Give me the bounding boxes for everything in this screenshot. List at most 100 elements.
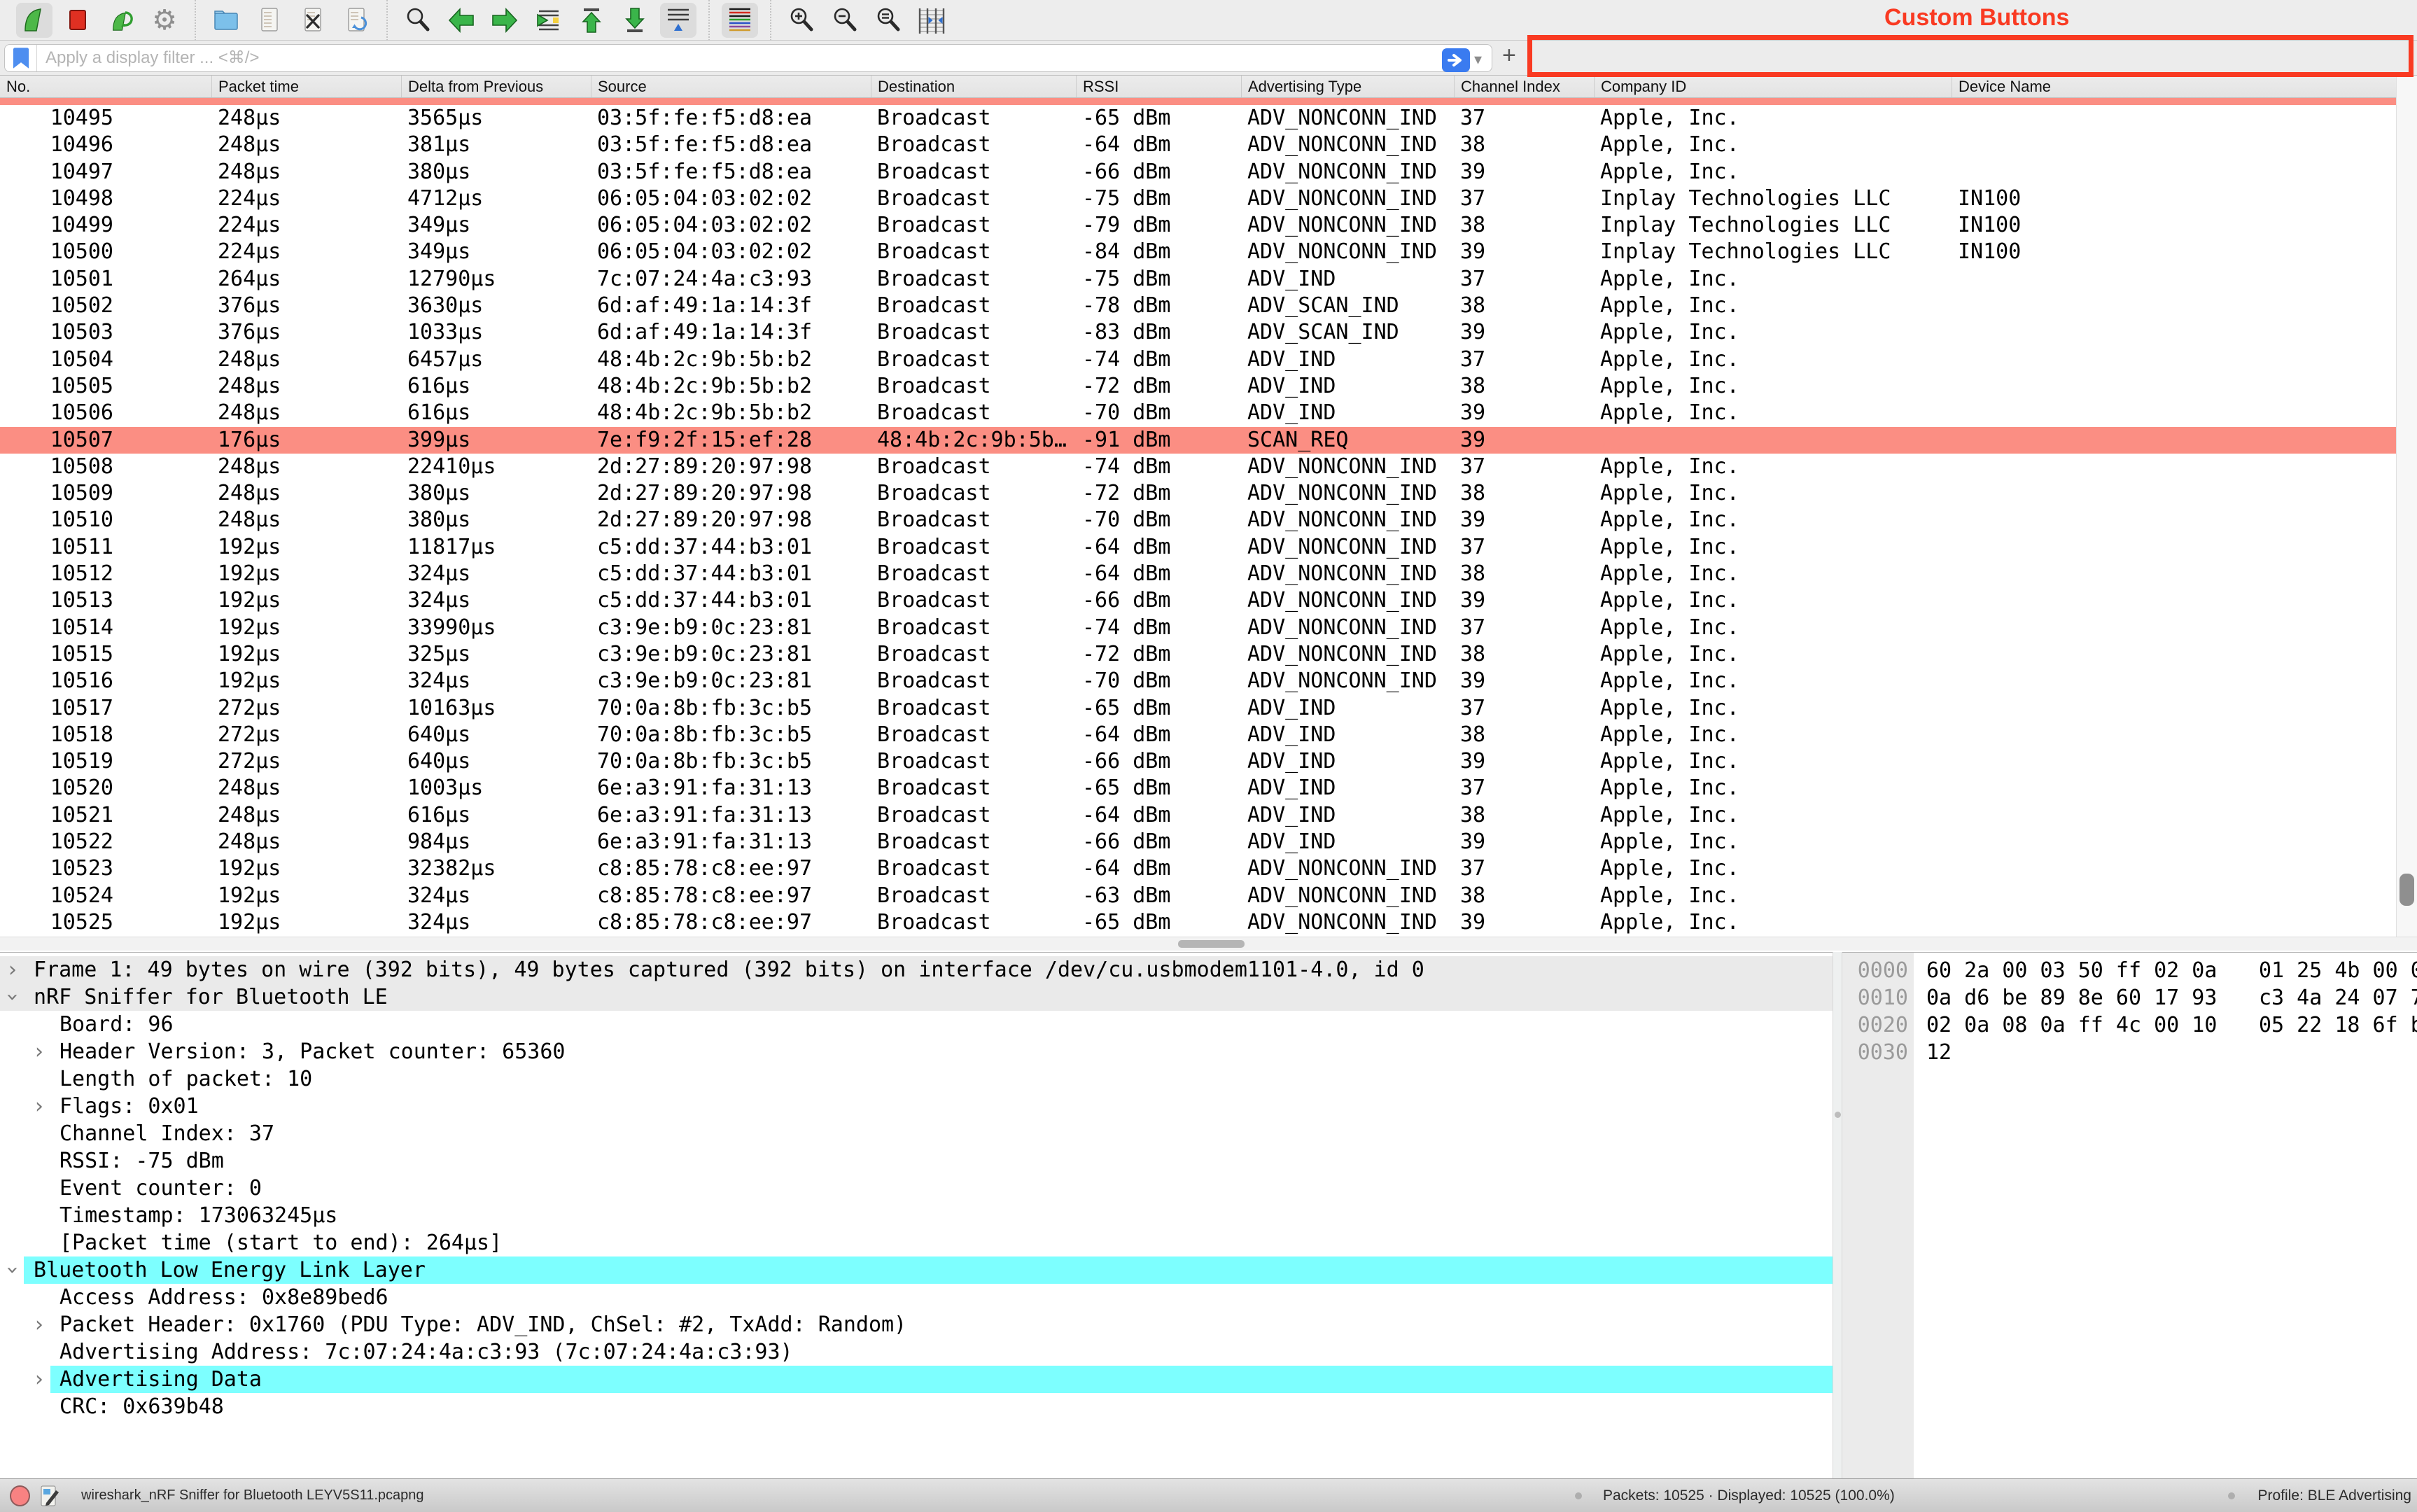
table-row[interactable]: 10516192µs324µsc3:9e:b9:0c:23:81Broadcas… [0, 668, 2396, 694]
apply-filter-button[interactable] [1442, 48, 1470, 72]
column-header[interactable]: Device Name [1952, 76, 2396, 97]
capture-comment-icon[interactable] [41, 1485, 59, 1511]
detail-tree-item[interactable]: CRC: 0x639b48 [0, 1393, 1833, 1420]
column-header[interactable]: Destination [871, 76, 1076, 97]
table-row[interactable]: 10523192µs32382µsc8:85:78:c8:ee:97Broadc… [0, 855, 2396, 882]
detail-tree-item[interactable]: ›Advertising Data [0, 1366, 1833, 1393]
stop-capture-icon[interactable] [59, 3, 96, 38]
go-back-icon[interactable] [443, 3, 479, 38]
hex-row[interactable]: 002002 0a 08 0a ff 4c 00 1005 22 18 6f b [1842, 1011, 2417, 1039]
hex-bytes[interactable]: 01 25 4b 00 0 [2259, 957, 2417, 984]
table-row[interactable]: 10508248µs22410µs2d:27:89:20:97:98Broadc… [0, 454, 2396, 480]
filter-dropdown-caret-icon[interactable]: ▾ [1474, 50, 1482, 69]
table-row[interactable]: 10524192µs324µsc8:85:78:c8:ee:97Broadcas… [0, 883, 2396, 909]
table-row[interactable]: 10518272µs640µs70:0a:8b:fb:3c:b5Broadcas… [0, 722, 2396, 748]
detail-tree-item[interactable]: ›Flags: 0x01 [0, 1093, 1833, 1120]
resize-columns-icon[interactable] [913, 3, 950, 38]
column-header[interactable]: No. [0, 76, 211, 97]
display-filter-input[interactable] [37, 46, 1492, 71]
zoom-out-icon[interactable] [827, 3, 863, 38]
detail-tree-item[interactable]: Length of packet: 10 [0, 1065, 1833, 1093]
detail-tree-item[interactable]: ›Bluetooth Low Energy Link Layer [0, 1256, 1833, 1284]
table-row[interactable]: 10522248µs984µs6e:a3:91:fa:31:13Broadcas… [0, 829, 2396, 855]
find-packet-icon[interactable] [400, 3, 436, 38]
table-row[interactable]: 10500224µs349µs06:05:04:03:02:02Broadcas… [0, 239, 2396, 265]
table-row[interactable]: 10506248µs616µs48:4b:2c:9b:5b:b2Broadcas… [0, 400, 2396, 426]
column-header[interactable]: Channel Index [1454, 76, 1594, 97]
splitter-handle-icon[interactable] [1835, 1112, 1841, 1118]
save-file-icon[interactable] [251, 3, 288, 38]
detail-tree-item[interactable]: Event counter: 0 [0, 1175, 1833, 1202]
go-bottom-icon[interactable] [617, 3, 653, 38]
table-row[interactable]: 10507176µs399µs7e:f9:2f:15:ef:2848:4b:2c… [0, 427, 2396, 454]
table-row[interactable]: 10498224µs4712µs06:05:04:03:02:02Broadca… [0, 186, 2396, 212]
profile-label[interactable]: Profile: BLE Advertising [2258, 1479, 2411, 1512]
auto-scroll-icon[interactable] [660, 3, 696, 38]
table-row[interactable]: 10525192µs324µsc8:85:78:c8:ee:97Broadcas… [0, 909, 2396, 936]
table-row[interactable]: 10521248µs616µs6e:a3:91:fa:31:13Broadcas… [0, 802, 2396, 829]
detail-tree-item[interactable]: Channel Index: 37 [0, 1120, 1833, 1147]
table-row[interactable]: 10504248µs6457µs48:4b:2c:9b:5b:b2Broadca… [0, 346, 2396, 373]
column-header[interactable]: Source [591, 76, 871, 97]
table-row[interactable]: 10499224µs349µs06:05:04:03:02:02Broadcas… [0, 212, 2396, 239]
table-row[interactable]: 10517272µs10163µs70:0a:8b:fb:3c:b5Broadc… [0, 695, 2396, 722]
restart-capture-icon[interactable] [103, 3, 139, 38]
close-file-icon[interactable] [295, 3, 331, 38]
table-row[interactable]: 10520248µs1003µs6e:a3:91:fa:31:13Broadca… [0, 775, 2396, 802]
hex-row[interactable]: 003012 [1842, 1039, 2417, 1066]
hex-bytes[interactable]: 0a d6 be 89 8e 60 17 93 [1926, 984, 2217, 1011]
filter-bookmark-icon[interactable] [5, 45, 37, 71]
hex-bytes[interactable]: 60 2a 00 03 50 ff 02 0a [1926, 957, 2217, 984]
go-to-packet-icon[interactable] [530, 3, 566, 38]
table-row[interactable]: 10509248µs380µs2d:27:89:20:97:98Broadcas… [0, 480, 2396, 507]
reload-file-icon[interactable] [338, 3, 374, 38]
table-row[interactable]: 10503376µs1033µs6d:af:49:1a:14:3fBroadca… [0, 319, 2396, 346]
go-forward-icon[interactable] [486, 3, 523, 38]
go-top-icon[interactable] [573, 3, 610, 38]
table-row[interactable]: 10511192µs11817µsc5:dd:37:44:b3:01Broadc… [0, 534, 2396, 561]
detail-tree-item[interactable]: Timestamp: 173063245µs [0, 1202, 1833, 1229]
detail-tree-item[interactable]: ›Packet Header: 0x1760 (PDU Type: ADV_IN… [0, 1311, 1833, 1338]
column-header[interactable]: Company ID [1594, 76, 1952, 97]
table-row[interactable]: 10510248µs380µs2d:27:89:20:97:98Broadcas… [0, 507, 2396, 533]
table-row[interactable]: 10514192µs33990µsc3:9e:b9:0c:23:81Broadc… [0, 615, 2396, 641]
detail-tree-item[interactable]: Advertising Address: 7c:07:24:4a:c3:93 (… [0, 1338, 1833, 1366]
zoom-in-icon[interactable] [783, 3, 820, 38]
detail-tree-item[interactable]: Board: 96 [0, 1011, 1833, 1038]
table-row[interactable]: 10496248µs381µs03:5f:fe:f5:d8:eaBroadcas… [0, 132, 2396, 158]
column-header[interactable]: Packet time [211, 76, 401, 97]
horizontal-scrollbar-handle[interactable] [1178, 940, 1245, 948]
start-capture-icon[interactable] [16, 3, 52, 38]
hex-bytes[interactable]: 02 0a 08 0a ff 4c 00 10 [1926, 1011, 2217, 1039]
column-header[interactable]: RSSI [1076, 76, 1241, 97]
colorize-packets-icon[interactable] [722, 3, 758, 38]
table-row[interactable]: 10505248µs616µs48:4b:2c:9b:5b:b2Broadcas… [0, 373, 2396, 400]
vertical-scrollbar-handle[interactable] [2400, 874, 2414, 906]
packet-list-horizontal-scrollbar[interactable] [0, 937, 2417, 951]
zoom-reset-icon[interactable] [870, 3, 906, 38]
add-filter-button[interactable]: + [1502, 42, 1516, 69]
detail-tree-item[interactable]: ›nRF Sniffer for Bluetooth LE [0, 983, 1833, 1011]
packet-list-vertical-scrollbar[interactable] [2396, 76, 2417, 937]
detail-tree-item[interactable]: ›Header Version: 3, Packet counter: 6536… [0, 1038, 1833, 1065]
pane-splitter[interactable] [1833, 952, 1842, 1478]
hex-bytes[interactable]: 12 [1926, 1039, 1952, 1066]
table-row[interactable]: 10512192µs324µsc5:dd:37:44:b3:01Broadcas… [0, 561, 2396, 587]
table-row[interactable]: 10513192µs324µsc5:dd:37:44:b3:01Broadcas… [0, 587, 2396, 614]
detail-tree-item[interactable]: [Packet time (start to end): 264µs] [0, 1229, 1833, 1256]
hex-bytes[interactable]: c3 4a 24 07 7 [2259, 984, 2417, 1011]
table-row[interactable]: 10501264µs12790µs7c:07:24:4a:c3:93Broadc… [0, 266, 2396, 293]
detail-tree-item[interactable]: Access Address: 0x8e89bed6 [0, 1284, 1833, 1311]
open-file-icon[interactable] [208, 3, 244, 38]
hex-bytes[interactable]: 05 22 18 6f b [2259, 1011, 2417, 1039]
column-header[interactable]: Advertising Type [1241, 76, 1454, 97]
expert-info-icon[interactable] [10, 1485, 30, 1506]
detail-tree-item[interactable]: RSSI: -75 dBm [0, 1147, 1833, 1175]
hex-row[interactable]: 000060 2a 00 03 50 ff 02 0a01 25 4b 00 0 [1842, 957, 2417, 984]
table-row[interactable]: 10519272µs640µs70:0a:8b:fb:3c:b5Broadcas… [0, 748, 2396, 775]
table-row[interactable]: 10495248µs3565µs03:5f:fe:f5:d8:eaBroadca… [0, 105, 2396, 132]
hex-row[interactable]: 00100a d6 be 89 8e 60 17 93c3 4a 24 07 7 [1842, 984, 2417, 1011]
detail-tree-item[interactable]: ›Frame 1: 49 bytes on wire (392 bits), 4… [0, 956, 1833, 983]
table-row[interactable]: 10497248µs380µs03:5f:fe:f5:d8:eaBroadcas… [0, 159, 2396, 186]
column-header[interactable]: Delta from Previous [401, 76, 591, 97]
